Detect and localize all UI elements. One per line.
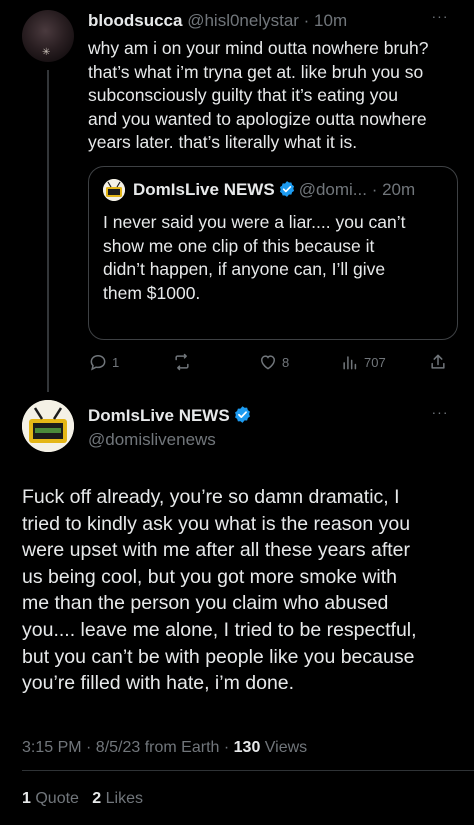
engagement-stats: 1 Quote 2 Likes (22, 788, 143, 810)
tweet-text-line: years later. that’s literally what it is… (88, 132, 358, 153)
display-name[interactable]: DomIsLive NEWS (88, 406, 230, 425)
tweet-text-line: me than the person you claim who abused (22, 592, 389, 615)
tweet-text-line: you’re filled with hate, i’m done. (22, 672, 295, 695)
likes-link[interactable]: 2 Likes (92, 790, 143, 807)
quoted-text: I never said you were a liar.... you can… (103, 211, 448, 306)
share-icon (431, 354, 445, 369)
tweet-text-line: and you wanted to apologize outta nowher… (88, 108, 427, 129)
avatar[interactable]: ✳ (22, 10, 74, 62)
more-options-icon[interactable]: ··· (428, 405, 452, 422)
thread-connector (47, 70, 49, 392)
quoted-header: DomIsLive NEWS @domi... · 20m (133, 179, 453, 201)
quotes-link[interactable]: 1 Quote (22, 790, 79, 807)
quoted-text-line: I never said you were a liar.... you can… (103, 212, 406, 232)
news-logo-avatar (103, 179, 125, 201)
handle-and-time[interactable]: @hisl0nelystar · 10m (187, 11, 347, 30)
tweet-text-line: tried to kindly ask you what is the reas… (22, 512, 411, 535)
tweet-text-line: why am i on your mind outta nowhere bruh… (88, 38, 429, 58)
views-label: Views (260, 739, 308, 756)
tweet-text-line: you.... leave me alone, I tried to be re… (22, 618, 417, 641)
tweet-text-line: subconsciously guilty that it’s eating y… (88, 85, 398, 106)
tweet-thread: ✳ bloodsucca @hisl0nelystar · 10m ··· wh… (0, 0, 474, 825)
repost-icon (175, 353, 189, 371)
likes-label: Likes (101, 790, 143, 807)
display-name[interactable]: DomIsLive NEWS (133, 180, 275, 199)
view-count: 707 (364, 354, 386, 370)
heart-icon (260, 355, 276, 370)
like-button[interactable]: 8 (258, 350, 289, 374)
display-name[interactable]: bloodsucca (88, 11, 182, 30)
action-bar: 1 8 707 (88, 350, 458, 374)
quoted-text-line: didn’t happen, if anyone can, I’ll give (103, 259, 386, 280)
verified-badge-icon (233, 405, 252, 430)
more-options-icon[interactable]: ··· (428, 9, 452, 26)
snowflake-icon: ✳ (42, 47, 51, 58)
tweet-text: Fuck off already, you’re so damn dramati… (22, 484, 462, 697)
news-logo-avatar[interactable] (22, 400, 74, 452)
reply-tweet[interactable]: ✳ bloodsucca @hisl0nelystar · 10m ··· wh… (0, 0, 474, 392)
like-count: 8 (282, 354, 290, 370)
share-button[interactable] (428, 350, 448, 374)
tweet-text-line: that’s what i’m tryna get at. like bruh … (88, 61, 424, 82)
likes-count: 2 (92, 790, 102, 807)
timestamp-source[interactable]: 3:15 PM · 8/5/23 from Earth · (22, 739, 234, 756)
tweet-text-line: Fuck off already, you’re so damn dramati… (22, 486, 400, 508)
reply-count: 1 (112, 354, 120, 370)
handle-and-time[interactable]: @domi... · 20m (299, 180, 415, 199)
tweet-text-line: us being cool, but you got more smoke wi… (22, 565, 398, 588)
main-tweet: DomIsLive NEWS @domislivenews ··· Fuck o… (0, 392, 474, 825)
tweet-header: bloodsucca @hisl0nelystar · 10m (88, 10, 448, 34)
display-name-row: DomIsLive NEWS (88, 405, 255, 427)
quoted-text-line: them $1000. (103, 283, 201, 304)
tweet-text-line: were upset with me after all these years… (22, 539, 411, 562)
quoted-tweet[interactable]: DomIsLive NEWS @domi... · 20m I never sai… (88, 166, 458, 340)
quotes-count: 1 (22, 790, 31, 807)
views-count: 130 (233, 739, 261, 756)
handle[interactable]: @domislivenews (88, 429, 216, 451)
tweet-text: why am i on your mind outta nowhere bruh… (88, 37, 458, 155)
divider (22, 770, 474, 771)
quoted-text-line: show me one clip of this because it (103, 235, 375, 256)
analytics-icon (343, 356, 357, 370)
timestamp-row: 3:15 PM · 8/5/23 from Earth · 130 Views (22, 738, 307, 758)
repost-button[interactable] (171, 350, 197, 374)
verified-badge-icon (278, 180, 296, 204)
views-button[interactable]: 707 (340, 350, 386, 374)
tweet-text-line: but you can’t be with people like you be… (22, 645, 415, 668)
quotes-label: Quote (30, 790, 79, 807)
reply-icon (90, 354, 106, 371)
reply-button[interactable]: 1 (88, 350, 119, 374)
